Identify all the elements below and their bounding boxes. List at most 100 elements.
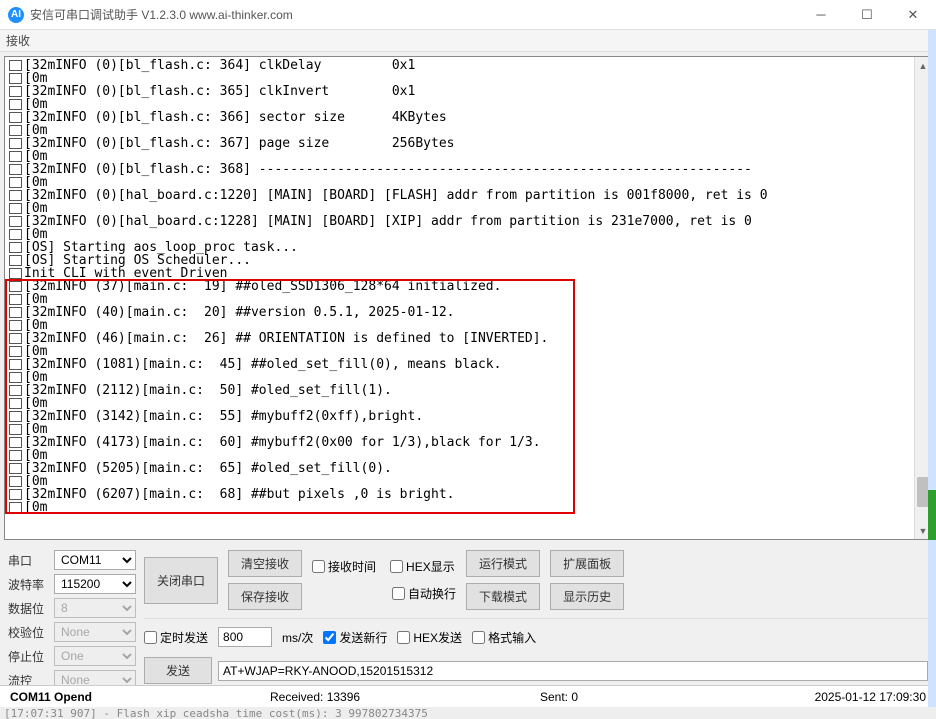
line-checkbox[interactable]: [9, 489, 22, 500]
line-checkbox[interactable]: [9, 346, 22, 357]
clear-receive-button[interactable]: 清空接收: [228, 550, 302, 577]
log-line: [32mINFO (37)[main.c: 19] ##oled_SSD1306…: [9, 280, 927, 293]
receive-section-label: 接收: [0, 30, 936, 52]
auto-wrap-check[interactable]: 自动换行: [392, 585, 456, 602]
line-checkbox[interactable]: [9, 294, 22, 305]
line-checkbox[interactable]: [9, 203, 22, 214]
terminal-output[interactable]: [32mINFO (0)[bl_flash.c: 364] clkDelay 0…: [4, 56, 932, 540]
port-select[interactable]: COM11: [54, 550, 136, 570]
log-line: [32mINFO (3142)[main.c: 55] #mybuff2(0xf…: [9, 410, 927, 423]
line-checkbox[interactable]: [9, 476, 22, 487]
window-right-edge: [928, 30, 936, 707]
control-panel: 串口 COM11 波特率 115200 数据位 8 校验位 None 停止位 O…: [0, 544, 936, 694]
timed-send-check[interactable]: 定时发送: [144, 629, 208, 646]
status-sent-value: 0: [571, 690, 578, 704]
line-checkbox[interactable]: [9, 359, 22, 370]
log-text: [32mINFO (0)[bl_flash.c: 364] clkDelay 0…: [24, 59, 415, 72]
send-input[interactable]: [218, 661, 928, 681]
log-text: [32mINFO (40)[main.c: 20] ##version 0.5.…: [24, 306, 454, 319]
stopbits-label: 停止位: [8, 648, 50, 665]
close-button[interactable]: ✕: [890, 0, 936, 30]
interval-input[interactable]: [218, 627, 272, 647]
line-checkbox[interactable]: [9, 229, 22, 240]
log-text: [32mINFO (3142)[main.c: 55] #mybuff2(0xf…: [24, 410, 423, 423]
line-checkbox[interactable]: [9, 177, 22, 188]
line-checkbox[interactable]: [9, 463, 22, 474]
log-text: [0m: [24, 501, 47, 514]
log-line: [32mINFO (6207)[main.c: 68] ##but pixels…: [9, 488, 927, 501]
log-line: [32mINFO (4173)[main.c: 60] #mybuff2(0x0…: [9, 436, 927, 449]
extend-panel-button[interactable]: 扩展面板: [550, 550, 624, 577]
line-checkbox[interactable]: [9, 268, 22, 279]
log-text: [32mINFO (4173)[main.c: 60] #mybuff2(0x0…: [24, 436, 541, 449]
log-text: [32mINFO (0)[bl_flash.c: 367] page size …: [24, 137, 454, 150]
line-checkbox[interactable]: [9, 190, 22, 201]
line-checkbox[interactable]: [9, 99, 22, 110]
save-receive-button[interactable]: 保存接收: [228, 583, 302, 610]
maximize-button[interactable]: ☐: [844, 0, 890, 30]
log-line: [32mINFO (2112)[main.c: 50] #oled_set_fi…: [9, 384, 927, 397]
stopbits-select[interactable]: One: [54, 646, 136, 666]
log-line: [32mINFO (1081)[main.c: 45] ##oled_set_f…: [9, 358, 927, 371]
log-line: [32mINFO (0)[hal_board.c:1220] [MAIN] [B…: [9, 189, 927, 202]
line-checkbox[interactable]: [9, 372, 22, 383]
line-checkbox[interactable]: [9, 125, 22, 136]
format-input-check[interactable]: 格式输入: [472, 629, 536, 646]
status-bar: COM11 Opend Received: 13396 Sent: 0 2025…: [0, 685, 936, 707]
line-checkbox[interactable]: [9, 411, 22, 422]
line-checkbox[interactable]: [9, 255, 22, 266]
send-newline-check[interactable]: 发送新行: [323, 629, 387, 646]
line-checkbox[interactable]: [9, 242, 22, 253]
line-checkbox[interactable]: [9, 138, 22, 149]
status-received-label: Received:: [270, 690, 327, 704]
log-line: [32mINFO (0)[bl_flash.c: 368] ----------…: [9, 163, 927, 176]
line-checkbox[interactable]: [9, 112, 22, 123]
baud-select[interactable]: 115200: [54, 574, 136, 594]
line-checkbox[interactable]: [9, 437, 22, 448]
line-checkbox[interactable]: [9, 502, 22, 513]
line-checkbox[interactable]: [9, 164, 22, 175]
parity-label: 校验位: [8, 624, 50, 641]
line-checkbox[interactable]: [9, 151, 22, 162]
line-checkbox[interactable]: [9, 307, 22, 318]
line-checkbox[interactable]: [9, 60, 22, 71]
line-checkbox[interactable]: [9, 216, 22, 227]
log-text: [32mINFO (0)[bl_flash.c: 365] clkInvert …: [24, 85, 415, 98]
line-checkbox[interactable]: [9, 398, 22, 409]
line-checkbox[interactable]: [9, 385, 22, 396]
close-port-button[interactable]: 关闭串口: [144, 557, 218, 604]
recv-time-check[interactable]: 接收时间: [312, 558, 376, 575]
hex-send-check[interactable]: HEX发送: [397, 629, 462, 646]
log-text: [32mINFO (2112)[main.c: 50] #oled_set_fi…: [24, 384, 392, 397]
minimize-button[interactable]: ─: [798, 0, 844, 30]
log-line: [32mINFO (0)[bl_flash.c: 365] clkInvert …: [9, 85, 927, 98]
log-text: [32mINFO (0)[hal_board.c:1220] [MAIN] [B…: [24, 189, 768, 202]
parity-select[interactable]: None: [54, 622, 136, 642]
log-text: [32mINFO (1081)[main.c: 45] ##oled_set_f…: [24, 358, 501, 371]
window-title: 安信可串口调试助手 V1.2.3.0 www.ai-thinker.com: [30, 6, 293, 23]
line-checkbox[interactable]: [9, 450, 22, 461]
run-mode-button[interactable]: 运行模式: [466, 550, 540, 577]
log-text: [32mINFO (0)[bl_flash.c: 368] ----------…: [24, 163, 752, 176]
log-line: [32mINFO (0)[hal_board.c:1228] [MAIN] [B…: [9, 215, 927, 228]
line-checkbox[interactable]: [9, 73, 22, 84]
baud-label: 波特率: [8, 576, 50, 593]
log-line: [32mINFO (0)[bl_flash.c: 364] clkDelay 0…: [9, 59, 927, 72]
show-history-button[interactable]: 显示历史: [550, 583, 624, 610]
line-checkbox[interactable]: [9, 333, 22, 344]
line-checkbox[interactable]: [9, 86, 22, 97]
status-port: COM11 Opend: [10, 690, 92, 704]
line-checkbox[interactable]: [9, 424, 22, 435]
download-mode-button[interactable]: 下载模式: [466, 583, 540, 610]
databits-select[interactable]: 8: [54, 598, 136, 618]
log-text: [32mINFO (46)[main.c: 26] ## ORIENTATION…: [24, 332, 548, 345]
line-checkbox[interactable]: [9, 281, 22, 292]
log-line: [0m: [9, 501, 927, 514]
serial-settings: 串口 COM11 波特率 115200 数据位 8 校验位 None 停止位 O…: [8, 550, 136, 690]
databits-label: 数据位: [8, 600, 50, 617]
line-checkbox[interactable]: [9, 320, 22, 331]
hex-show-check[interactable]: HEX显示: [390, 558, 455, 575]
log-text: [32mINFO (6207)[main.c: 68] ##but pixels…: [24, 488, 454, 501]
status-received-value: 13396: [327, 690, 360, 704]
send-button[interactable]: 发送: [144, 657, 212, 684]
